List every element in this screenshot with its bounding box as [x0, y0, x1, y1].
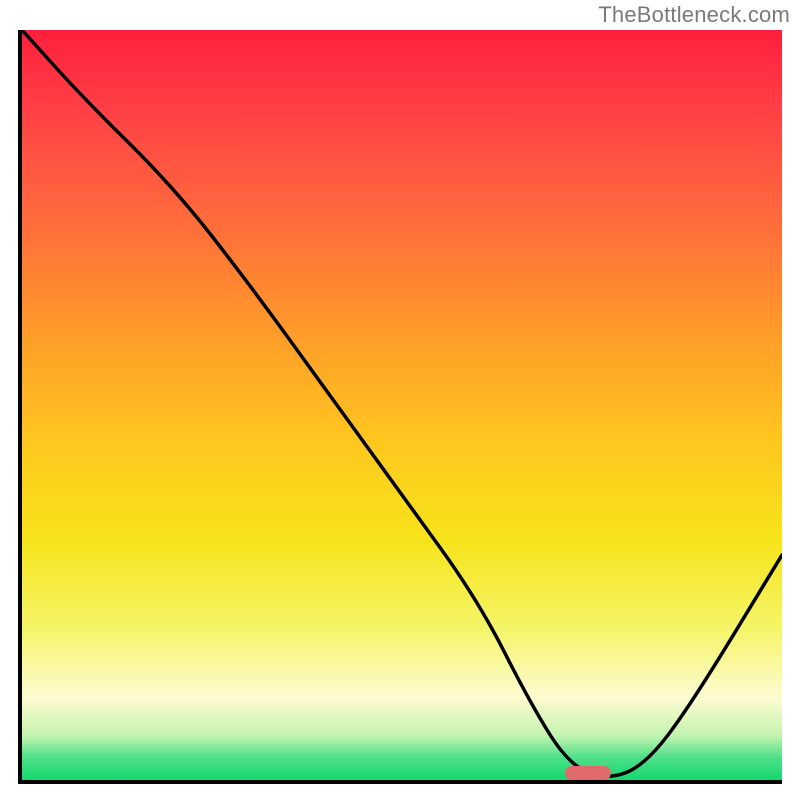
plot-area	[18, 30, 782, 784]
watermark-text: TheBottleneck.com	[598, 2, 790, 28]
bottleneck-curve	[22, 30, 782, 780]
optimal-marker	[565, 766, 611, 780]
chart-container: TheBottleneck.com	[0, 0, 800, 800]
